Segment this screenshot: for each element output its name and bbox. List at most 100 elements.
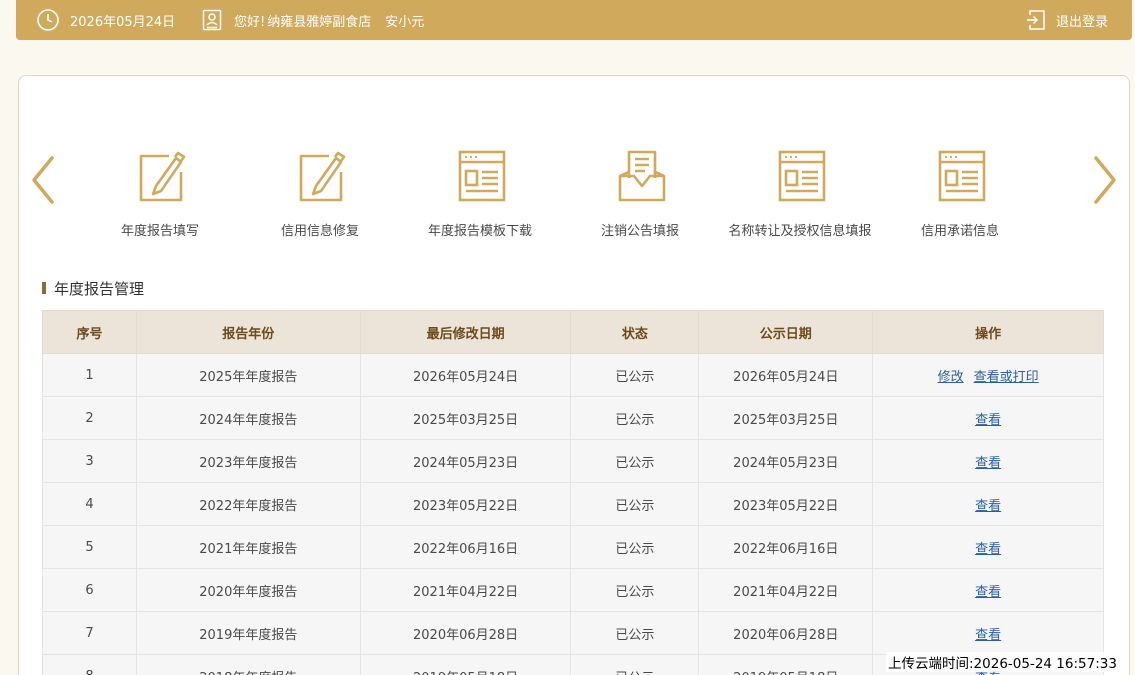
cell-actions: 修改 查看或打印 (872, 353, 1104, 397)
annual-report-table: 序号 报告年份 最后修改日期 状态 公示日期 操作 1 2025年年度报告 20… (42, 310, 1104, 675)
cell-published: 2026年05月24日 (698, 353, 874, 397)
date-display: 2026年05月24日 (36, 0, 175, 40)
cell-modified: 2020年06月28日 (359, 611, 572, 655)
cell-index: 8 (42, 654, 137, 675)
user-info: 您好! 纳雍县雅婷副食店 安小元 (202, 0, 424, 40)
table-row: 2 2024年年度报告 2025年03月25日 已公示 2025年03月25日 … (42, 396, 1104, 440)
cell-published: 2025年03月25日 (698, 396, 874, 440)
cell-status: 已公示 (570, 525, 700, 569)
menu-label: 信用信息修复 (280, 224, 359, 239)
logout-label: 退出登录 (1055, 14, 1108, 30)
table-row: 3 2023年年度报告 2024年05月23日 已公示 2024年05月23日 … (42, 439, 1104, 483)
edit-form-icon (297, 148, 347, 204)
column-header-published: 公示日期 (698, 310, 874, 354)
cell-actions: 查看 (872, 396, 1104, 440)
cell-modified: 2025年03月25日 (359, 396, 572, 440)
table-row: 6 2020年年度报告 2021年04月22日 已公示 2021年04月22日 … (42, 568, 1104, 612)
cell-modified: 2021年04月22日 (359, 568, 572, 612)
cell-actions: 查看 (872, 525, 1104, 569)
cell-published: 2021年04月22日 (698, 568, 874, 612)
menu-label: 年度报告填写 (120, 224, 199, 239)
cell-index: 2 (42, 396, 137, 440)
upload-time-overlay: 上传云端时间:2026-05-24 16:57:33 (886, 652, 1119, 672)
cell-published: 2019年05月18日 (698, 654, 874, 675)
cell-index: 3 (42, 439, 137, 483)
cell-status: 已公示 (570, 482, 700, 526)
chevron-right-icon (1090, 156, 1120, 210)
cell-status: 已公示 (570, 353, 700, 397)
menu-credit-repair[interactable]: 信用信息修复 (235, 148, 405, 243)
cell-year: 2020年年度报告 (135, 568, 361, 612)
section-title: 年度报告管理 (42, 278, 144, 298)
view-link[interactable]: 查看 (975, 499, 1001, 514)
menu-label: 名称转让及授权信息填报 (728, 224, 872, 239)
cell-year: 2022年年度报告 (135, 482, 361, 526)
chevron-left-icon (28, 156, 58, 210)
menu-name-transfer[interactable]: 名称转让及授权信息填报 (715, 148, 885, 243)
cell-year: 2025年年度报告 (135, 353, 361, 397)
template-document-icon (777, 148, 827, 204)
edit-link[interactable]: 修改 (938, 370, 964, 385)
cell-index: 7 (42, 611, 137, 655)
column-header-actions: 操作 (872, 310, 1104, 354)
cell-year: 2024年年度报告 (135, 396, 361, 440)
cell-modified: 2019年05月18日 (359, 654, 572, 675)
menu-template-download[interactable]: 年度报告模板下载 (395, 148, 565, 243)
column-header-index: 序号 (42, 310, 137, 354)
cell-index: 5 (42, 525, 137, 569)
view-link[interactable]: 查看 (975, 628, 1001, 643)
column-header-modified: 最后修改日期 (359, 310, 572, 354)
view-print-link[interactable]: 查看或打印 (974, 370, 1039, 385)
column-header-year: 报告年份 (135, 310, 361, 354)
cell-index: 4 (42, 482, 137, 526)
user-badge-icon (202, 9, 222, 31)
cell-published: 2024年05月23日 (698, 439, 874, 483)
inbox-tray-icon (617, 148, 667, 204)
cell-status: 已公示 (570, 568, 700, 612)
menu-label: 信用承诺信息 (920, 224, 999, 239)
cell-year: 2019年年度报告 (135, 611, 361, 655)
view-link[interactable]: 查看 (975, 542, 1001, 557)
user-name: 安小元 (385, 14, 425, 30)
menu-annual-report-fill[interactable]: 年度报告填写 (75, 148, 245, 243)
table-row: 4 2022年年度报告 2023年05月22日 已公示 2023年05月22日 … (42, 482, 1104, 526)
cell-year: 2018年年度报告 (135, 654, 361, 675)
menu-cancellation-notice[interactable]: 注销公告填报 (555, 148, 725, 243)
logout-icon (1026, 9, 1046, 31)
clock-icon (36, 8, 60, 32)
cell-status: 已公示 (570, 654, 700, 675)
template-document-icon (937, 148, 987, 204)
cell-status: 已公示 (570, 396, 700, 440)
cell-actions: 查看 (872, 482, 1104, 526)
cell-modified: 2023年05月22日 (359, 482, 572, 526)
menu-credit-commitment[interactable]: 信用承诺信息 (875, 148, 1045, 243)
view-link[interactable]: 查看 (975, 456, 1001, 471)
cell-actions: 查看 (872, 611, 1104, 655)
cell-modified: 2022年06月16日 (359, 525, 572, 569)
cell-status: 已公示 (570, 611, 700, 655)
cell-index: 1 (42, 353, 137, 397)
table-row: 7 2019年年度报告 2020年06月28日 已公示 2020年06月28日 … (42, 611, 1104, 655)
cell-actions: 查看 (872, 439, 1104, 483)
greeting-text: 您好! (234, 14, 266, 30)
column-header-status: 状态 (570, 310, 700, 354)
cell-published: 2020年06月28日 (698, 611, 874, 655)
cell-modified: 2026年05月24日 (359, 353, 572, 397)
section-marker (42, 282, 46, 294)
cell-modified: 2024年05月23日 (359, 439, 572, 483)
carousel-next-button[interactable] (1090, 154, 1120, 206)
menu-label: 注销公告填报 (600, 224, 679, 239)
view-link[interactable]: 查看 (975, 585, 1001, 600)
logout-button[interactable]: 退出登录 (1026, 0, 1108, 40)
store-name: 纳雍县雅婷副食店 (267, 14, 372, 30)
cell-year: 2021年年度报告 (135, 525, 361, 569)
template-document-icon (457, 148, 507, 204)
table-header-row: 序号 报告年份 最后修改日期 状态 公示日期 操作 (42, 310, 1104, 354)
table-row: 1 2025年年度报告 2026年05月24日 已公示 2026年05月24日 … (42, 353, 1104, 397)
cell-published: 2022年06月16日 (698, 525, 874, 569)
carousel-prev-button[interactable] (28, 154, 58, 206)
current-date: 2026年05月24日 (70, 14, 176, 30)
cell-year: 2023年年度报告 (135, 439, 361, 483)
edit-form-icon (137, 148, 187, 204)
view-link[interactable]: 查看 (975, 413, 1001, 428)
